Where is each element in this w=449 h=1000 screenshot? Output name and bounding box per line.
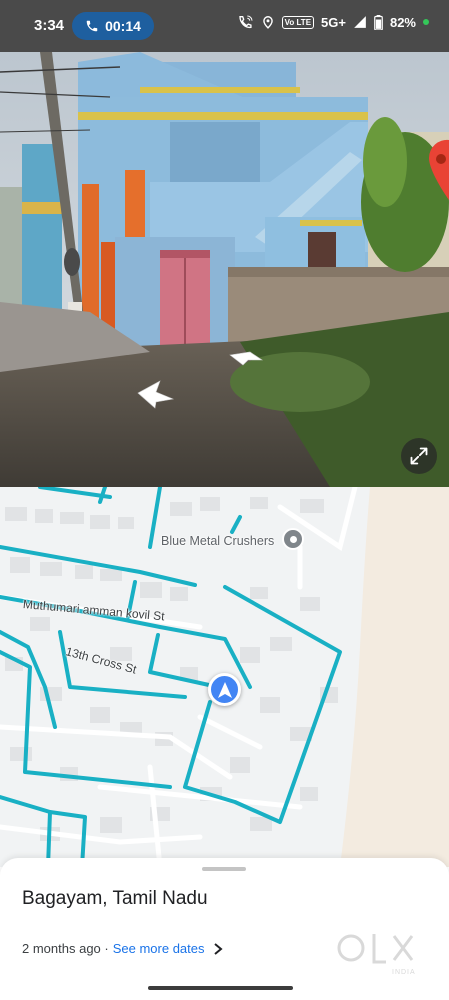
place-title: Bagayam, Tamil Nadu (22, 888, 208, 909)
gesture-navigation-bar[interactable] (148, 986, 293, 990)
capture-date: 2 months ago · (22, 941, 109, 956)
status-icons: Vo LTE 5G+ 82% (238, 14, 429, 30)
see-more-dates-link[interactable]: See more dates (113, 941, 205, 956)
street-view-panorama[interactable] (0, 52, 449, 487)
olx-watermark-logo: INDIA (337, 934, 416, 976)
location-icon (262, 16, 273, 29)
chevron-right-icon[interactable] (213, 942, 223, 955)
expand-icon (410, 447, 428, 465)
place-bottom-sheet[interactable]: Bagayam, Tamil Nadu 2 months ago · See m… (0, 858, 449, 1000)
svg-text:INDIA: INDIA (392, 969, 416, 976)
battery-icon (374, 14, 383, 30)
privacy-indicator-dot (423, 19, 429, 25)
street-view-photo (0, 52, 449, 487)
capture-date-row: 2 months ago · See more dates (22, 941, 223, 956)
street-view-screen: 3:34 00:14 Vo LTE 5G+ 82% Blue Metal Cru… (0, 0, 449, 1000)
signal-icon (354, 16, 366, 28)
wifi-calling-icon (238, 15, 253, 29)
call-timer: 00:14 (105, 18, 141, 34)
map-view[interactable]: Blue Metal Crushers Muthumari amman kovi… (0, 487, 449, 867)
current-location-marker (208, 673, 241, 706)
clock: 3:34 (34, 17, 65, 34)
status-bar: 3:34 00:14 Vo LTE 5G+ 82% (0, 0, 449, 52)
volte-icon: Vo LTE (281, 15, 315, 29)
navigation-arrow-icon (217, 681, 232, 698)
sheet-drag-handle[interactable] (202, 867, 246, 871)
expand-button[interactable] (401, 438, 437, 474)
battery-percent: 82% (389, 14, 416, 30)
ongoing-call-chip[interactable]: 00:14 (72, 12, 154, 40)
phone-icon (86, 20, 98, 32)
poi-label[interactable]: Blue Metal Crushers (161, 534, 274, 548)
network-type: 5G+ (321, 14, 346, 30)
poi-pin-icon[interactable] (282, 528, 304, 550)
